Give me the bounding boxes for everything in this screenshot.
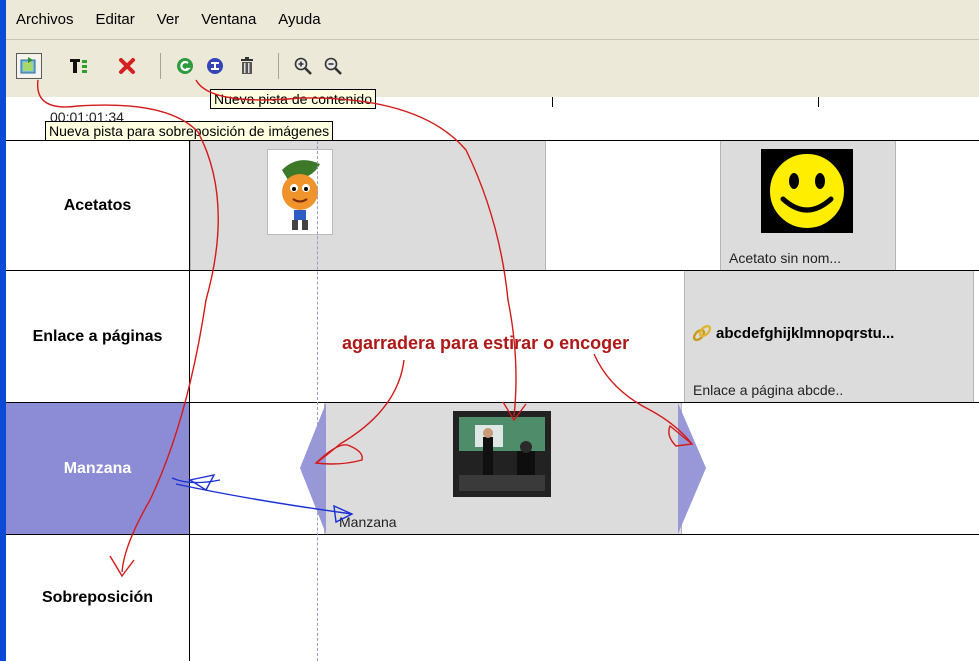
toolbar-separator bbox=[278, 53, 279, 79]
smiley-thumbnail bbox=[761, 149, 853, 233]
track-label-sobreposicion[interactable]: Sobreposición bbox=[6, 535, 190, 661]
new-content-track-button[interactable] bbox=[172, 53, 198, 79]
info-button[interactable] bbox=[202, 53, 228, 79]
toolbar bbox=[6, 40, 979, 97]
link-title: abcdefghijklmnopqrstu... bbox=[716, 324, 895, 342]
tooltip-new-overlay-track: Nueva pista para sobreposición de imágen… bbox=[45, 121, 334, 141]
zoom-out-icon bbox=[324, 57, 342, 75]
toolbar-separator bbox=[160, 53, 161, 79]
ruler-tick bbox=[552, 97, 553, 107]
orange-character-icon bbox=[282, 160, 320, 230]
new-content-track-icon bbox=[177, 58, 193, 74]
delete-x-icon bbox=[119, 58, 135, 74]
menu-ayuda[interactable]: Ayuda bbox=[278, 11, 320, 28]
acetato-caption: Acetato sin nom... bbox=[729, 250, 842, 266]
video-thumbnail bbox=[453, 411, 551, 497]
trash-icon bbox=[241, 57, 253, 74]
annotation-handle-text: agarradera para estirar o encoger bbox=[342, 333, 630, 353]
zoom-in-button[interactable] bbox=[290, 53, 316, 79]
menu-ver[interactable]: Ver bbox=[157, 11, 180, 28]
menu-archivos[interactable]: Archivos bbox=[16, 11, 74, 28]
playhead-line[interactable] bbox=[317, 141, 318, 661]
link-clip[interactable]: abcdefghijklmnopqrstu... Enlace a página… bbox=[684, 271, 974, 402]
track-label-manzana[interactable]: Manzana bbox=[6, 403, 190, 534]
zoom-in-icon bbox=[294, 57, 312, 75]
trash-button[interactable] bbox=[234, 53, 260, 79]
text-track-button[interactable] bbox=[66, 53, 92, 79]
acetato-clip-orange[interactable] bbox=[190, 141, 546, 270]
left-resize-handle-icon[interactable] bbox=[300, 403, 326, 534]
ruler-tick bbox=[818, 97, 819, 107]
orange-character-thumbnail bbox=[267, 149, 333, 235]
acetato-clip-smiley[interactable]: Acetato sin nom... bbox=[720, 141, 896, 270]
menu-bar: Archivos Editar Ver Ventana Ayuda bbox=[6, 0, 979, 40]
track-label-enlaces[interactable]: Enlace a páginas bbox=[6, 271, 190, 402]
link-clip-header: abcdefghijklmnopqrstu... bbox=[691, 323, 894, 343]
track-manzana: Manzana Manzana bbox=[6, 403, 979, 535]
chain-link-icon bbox=[692, 324, 712, 342]
new-overlay-track-icon bbox=[20, 57, 36, 74]
text-track-icon bbox=[70, 59, 87, 73]
menu-editar[interactable]: Editar bbox=[96, 11, 135, 28]
video-clip[interactable]: Manzana bbox=[324, 403, 682, 534]
track-acetatos: Acetatos Acetato sin nom... bbox=[6, 141, 979, 271]
smiley-face-icon bbox=[768, 152, 846, 230]
classroom-video-icon bbox=[453, 411, 551, 497]
delete-button[interactable] bbox=[114, 53, 140, 79]
new-overlay-track-button[interactable] bbox=[16, 53, 42, 79]
track-sobreposicion: Sobreposición bbox=[6, 535, 979, 661]
zoom-out-button[interactable] bbox=[320, 53, 346, 79]
video-caption: Manzana bbox=[339, 514, 397, 530]
link-caption: Enlace a página abcde.. bbox=[693, 382, 844, 398]
tooltip-new-content-track: Nueva pista de contenido bbox=[210, 89, 376, 109]
track-label-acetatos[interactable]: Acetatos bbox=[6, 141, 190, 270]
menu-ventana[interactable]: Ventana bbox=[201, 11, 256, 28]
info-icon bbox=[207, 58, 223, 74]
right-resize-handle-icon[interactable] bbox=[678, 403, 706, 534]
